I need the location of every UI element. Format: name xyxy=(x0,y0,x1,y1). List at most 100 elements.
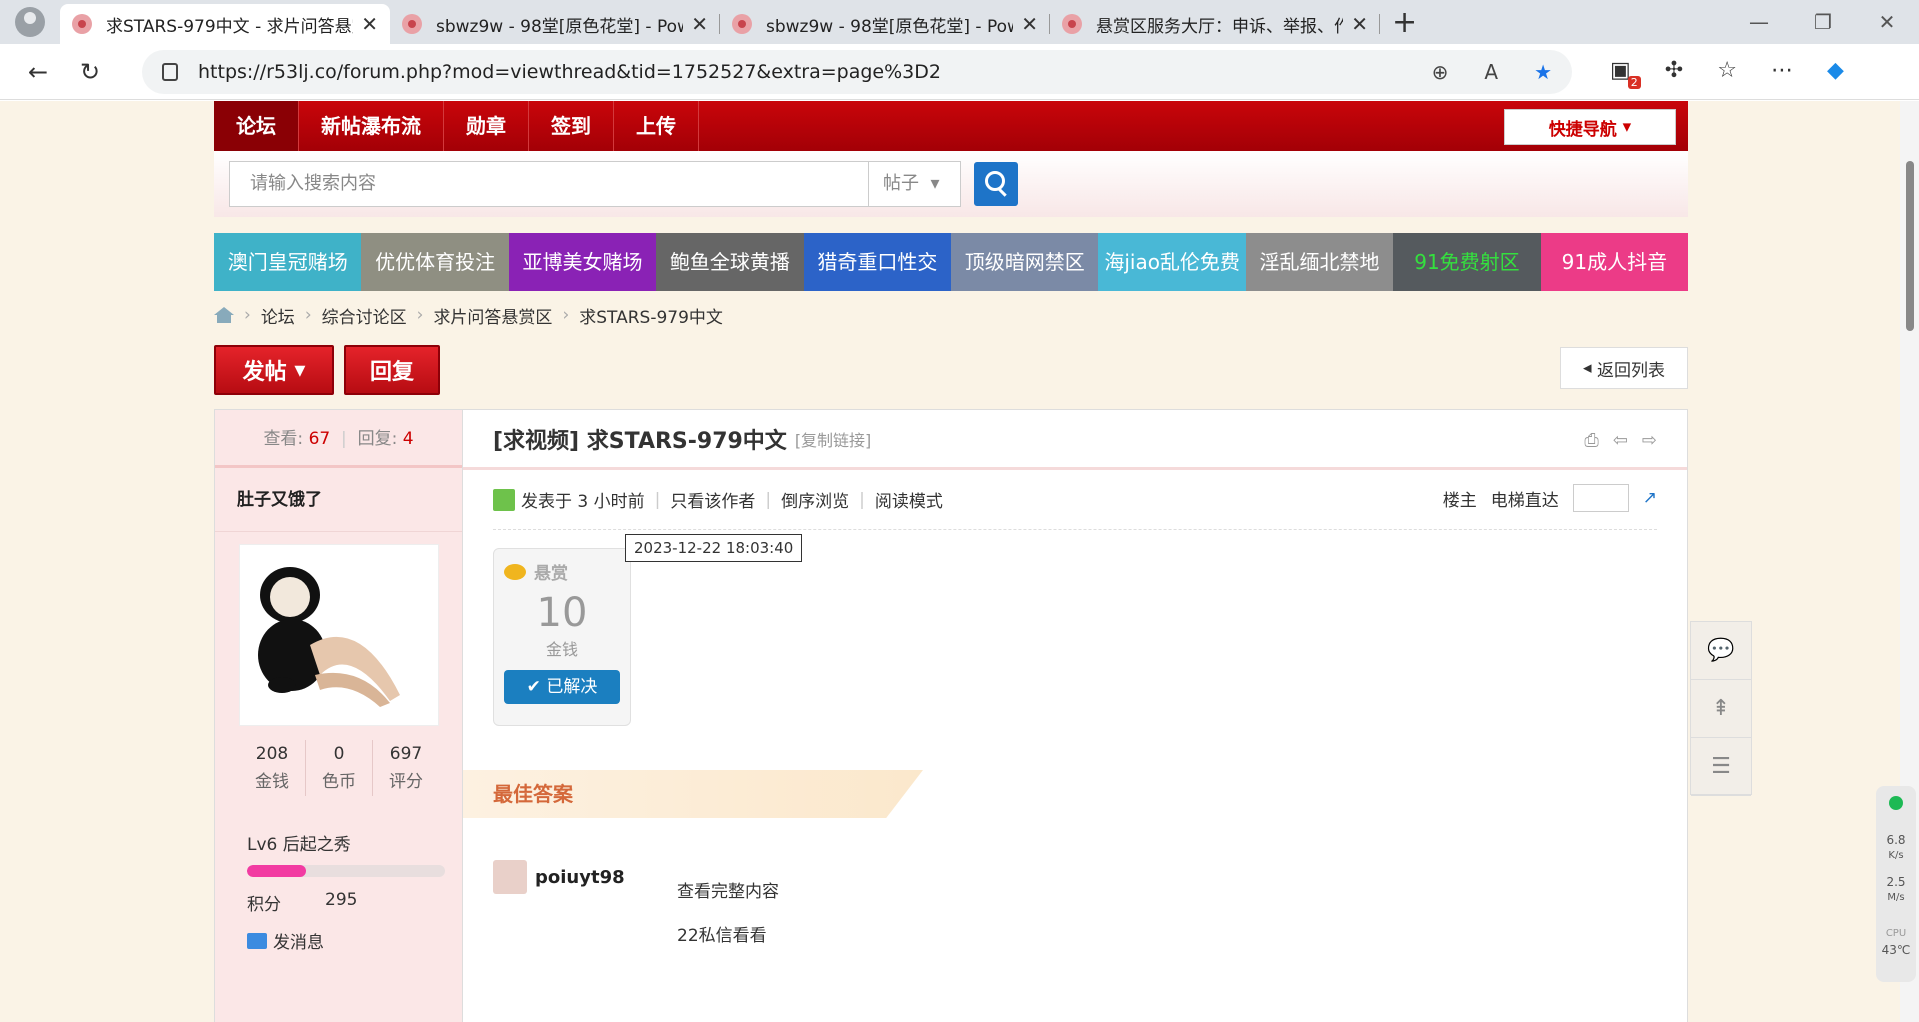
new-tab-icon[interactable]: + xyxy=(1392,5,1417,40)
ad-banner-4[interactable]: 猎奇重口性交 xyxy=(803,233,952,291)
quick-nav-button[interactable]: 快捷导航 ▾ xyxy=(1504,109,1676,145)
breadcrumb: › 论坛 › 综合讨论区 › 求片问答悬赏区 › 求STARS-979中文 xyxy=(214,291,1688,339)
nav-forum[interactable]: 论坛 xyxy=(214,101,299,151)
answer-author[interactable]: poiuyt98 xyxy=(493,860,625,894)
ad-banner-6[interactable]: 海jiao乱伦免费 xyxy=(1098,233,1246,291)
level-progress-bar xyxy=(247,865,445,877)
ad-banner-2[interactable]: 亚博美女赌场 xyxy=(508,233,657,291)
page-viewport: 论坛 新帖瀑布流 勋章 签到 上传 快捷导航 ▾ 请输入搜索内容 帖子 ▾ 澳门… xyxy=(0,101,1900,1022)
back-to-list-button[interactable]: ◂ 返回列表 xyxy=(1560,347,1688,389)
back-to-top-icon[interactable]: ⇞ xyxy=(1691,680,1751,738)
view-full-link[interactable]: 查看完整内容 xyxy=(677,870,779,914)
jump-label: 电梯直达 xyxy=(1490,490,1559,511)
search-type-label: 帖子 xyxy=(883,173,919,194)
ad-banner-1[interactable]: 优优体育投注 xyxy=(361,233,509,291)
quick-nav-label: 快捷导航 xyxy=(1548,119,1617,140)
thread-stats: 查看: 67 | 回复: 4 xyxy=(215,410,462,468)
close-tab-icon[interactable]: ✕ xyxy=(1021,12,1038,36)
scrollbar-thumb[interactable] xyxy=(1906,161,1914,331)
close-window-icon[interactable]: ✕ xyxy=(1855,0,1919,44)
close-tab-icon[interactable]: ✕ xyxy=(1351,12,1368,36)
ad-banner-8[interactable]: 91免费射区 xyxy=(1393,233,1541,291)
breadcrumb-separator: › xyxy=(244,305,251,325)
author-name[interactable]: 肚子又饿了 xyxy=(215,468,462,532)
url-field[interactable]: https://r53lj.co/forum.php?mod=viewthrea… xyxy=(142,50,1572,94)
back-icon[interactable]: ← xyxy=(14,58,62,86)
back-to-list-label: 返回列表 xyxy=(1596,360,1665,381)
reverse-order-link[interactable]: 倒序浏览 xyxy=(781,487,849,512)
nav-upload[interactable]: 上传 xyxy=(614,101,699,151)
count-money[interactable]: 208 金钱 xyxy=(239,740,306,796)
tab-1[interactable]: sbwz9w - 98堂[原色花堂] - Powe ✕ xyxy=(390,4,720,44)
download-speed: 2.5 xyxy=(1886,875,1906,889)
copilot-icon[interactable]: ◆ xyxy=(1827,58,1844,83)
views-count: 67 xyxy=(308,429,331,449)
profile-avatar[interactable] xyxy=(0,0,60,44)
lock-icon xyxy=(162,63,178,81)
favicon-icon xyxy=(72,14,92,34)
zoom-icon[interactable]: ⊕ xyxy=(1432,60,1449,84)
breadcrumb-section[interactable]: 综合讨论区 xyxy=(322,303,407,328)
ad-banner-7[interactable]: 淫乱缅北禁地 xyxy=(1245,233,1394,291)
send-message-link[interactable]: 发消息 xyxy=(247,928,324,953)
reward-label: 悬赏 xyxy=(534,564,568,584)
extension-badge: 2 xyxy=(1627,76,1641,89)
time-tooltip: 2023-12-22 18:03:40 xyxy=(625,534,803,562)
read-mode-link[interactable]: 阅读模式 xyxy=(875,487,943,512)
favorites-icon[interactable]: ☆ xyxy=(1717,58,1737,83)
replies-label: 回复: xyxy=(357,429,398,449)
reply-button[interactable]: 回复 xyxy=(344,345,440,395)
post-main: [求视频] 求STARS-979中文 [复制链接] ⎙ ⇦ ⇨ 发表于 3 小时… xyxy=(463,410,1687,1022)
favorite-star-icon[interactable]: ★ xyxy=(1534,60,1552,84)
ad-banner-3[interactable]: 鲍鱼全球黄播 xyxy=(656,233,804,291)
refresh-icon[interactable]: ↻ xyxy=(66,58,114,86)
nav-waterfall[interactable]: 新帖瀑布流 xyxy=(299,101,444,151)
count-coin[interactable]: 0 色币 xyxy=(306,740,373,796)
count-label: 色币 xyxy=(322,772,356,792)
list-icon[interactable]: ☰ xyxy=(1691,738,1751,796)
puzzle-icon[interactable]: ✣ xyxy=(1665,58,1683,83)
nav-medals[interactable]: 勋章 xyxy=(444,101,529,151)
search-row: 请输入搜索内容 帖子 ▾ xyxy=(214,151,1688,217)
jump-floor-input[interactable] xyxy=(1572,484,1629,512)
close-tab-icon[interactable]: ✕ xyxy=(361,12,378,36)
tab-2[interactable]: sbwz9w - 98堂[原色花堂] - Powe ✕ xyxy=(720,4,1050,44)
next-thread-icon[interactable]: ⇨ xyxy=(1642,430,1657,451)
new-post-button[interactable]: 发帖 ▾ xyxy=(214,345,334,395)
comment-icon[interactable]: 💬 xyxy=(1691,622,1751,680)
breadcrumb-forum[interactable]: 论坛 xyxy=(261,303,295,328)
search-icon[interactable] xyxy=(974,162,1018,206)
points-row: 积分 295 xyxy=(247,890,357,915)
thread-prefix[interactable]: [求视频] xyxy=(493,429,579,454)
status-dot-icon xyxy=(1889,796,1903,810)
ad-banner-9[interactable]: 91成人抖音 xyxy=(1540,233,1689,291)
jump-go-icon[interactable]: ↗ xyxy=(1643,488,1657,508)
restore-icon[interactable]: ❐ xyxy=(1791,0,1855,44)
extension-icon[interactable]: ▣ 2 xyxy=(1610,58,1641,89)
prev-thread-icon[interactable]: ⇦ xyxy=(1613,430,1628,451)
tab-0[interactable]: 求STARS-979中文 - 求片问答悬赏 ✕ xyxy=(60,4,390,44)
answer-text: 22私信看看 xyxy=(677,926,767,946)
count-rating[interactable]: 697 评分 xyxy=(373,740,439,796)
breadcrumb-separator: › xyxy=(562,305,570,325)
read-aloud-icon[interactable]: A xyxy=(1484,60,1498,84)
breadcrumb-board[interactable]: 求片问答悬赏区 xyxy=(433,303,552,328)
cpu-label: CPU xyxy=(1885,928,1907,939)
minimize-icon[interactable]: — xyxy=(1727,0,1791,44)
print-icon[interactable]: ⎙ xyxy=(1584,430,1598,451)
home-icon[interactable] xyxy=(214,307,234,323)
only-author-link[interactable]: 只看该作者 xyxy=(670,487,755,512)
tab-3[interactable]: 悬赏区服务大厅：申诉、举报、作 ✕ xyxy=(1050,4,1380,44)
nav-checkin[interactable]: 签到 xyxy=(529,101,614,151)
breadcrumb-thread[interactable]: 求STARS-979中文 xyxy=(579,303,723,328)
favicon-icon xyxy=(1062,14,1082,34)
more-icon[interactable]: ⋯ xyxy=(1771,58,1793,83)
ad-banner-0[interactable]: 澳门皇冠赌场 xyxy=(214,233,362,291)
ad-banner-5[interactable]: 顶级暗网禁区 xyxy=(951,233,1099,291)
search-type-select[interactable]: 帖子 ▾ xyxy=(869,161,961,207)
search-input[interactable]: 请输入搜索内容 xyxy=(229,161,869,207)
close-tab-icon[interactable]: ✕ xyxy=(691,12,708,36)
avatar[interactable] xyxy=(239,544,439,726)
replies-count: 4 xyxy=(402,429,414,449)
copy-link[interactable]: [复制链接] xyxy=(795,427,872,451)
